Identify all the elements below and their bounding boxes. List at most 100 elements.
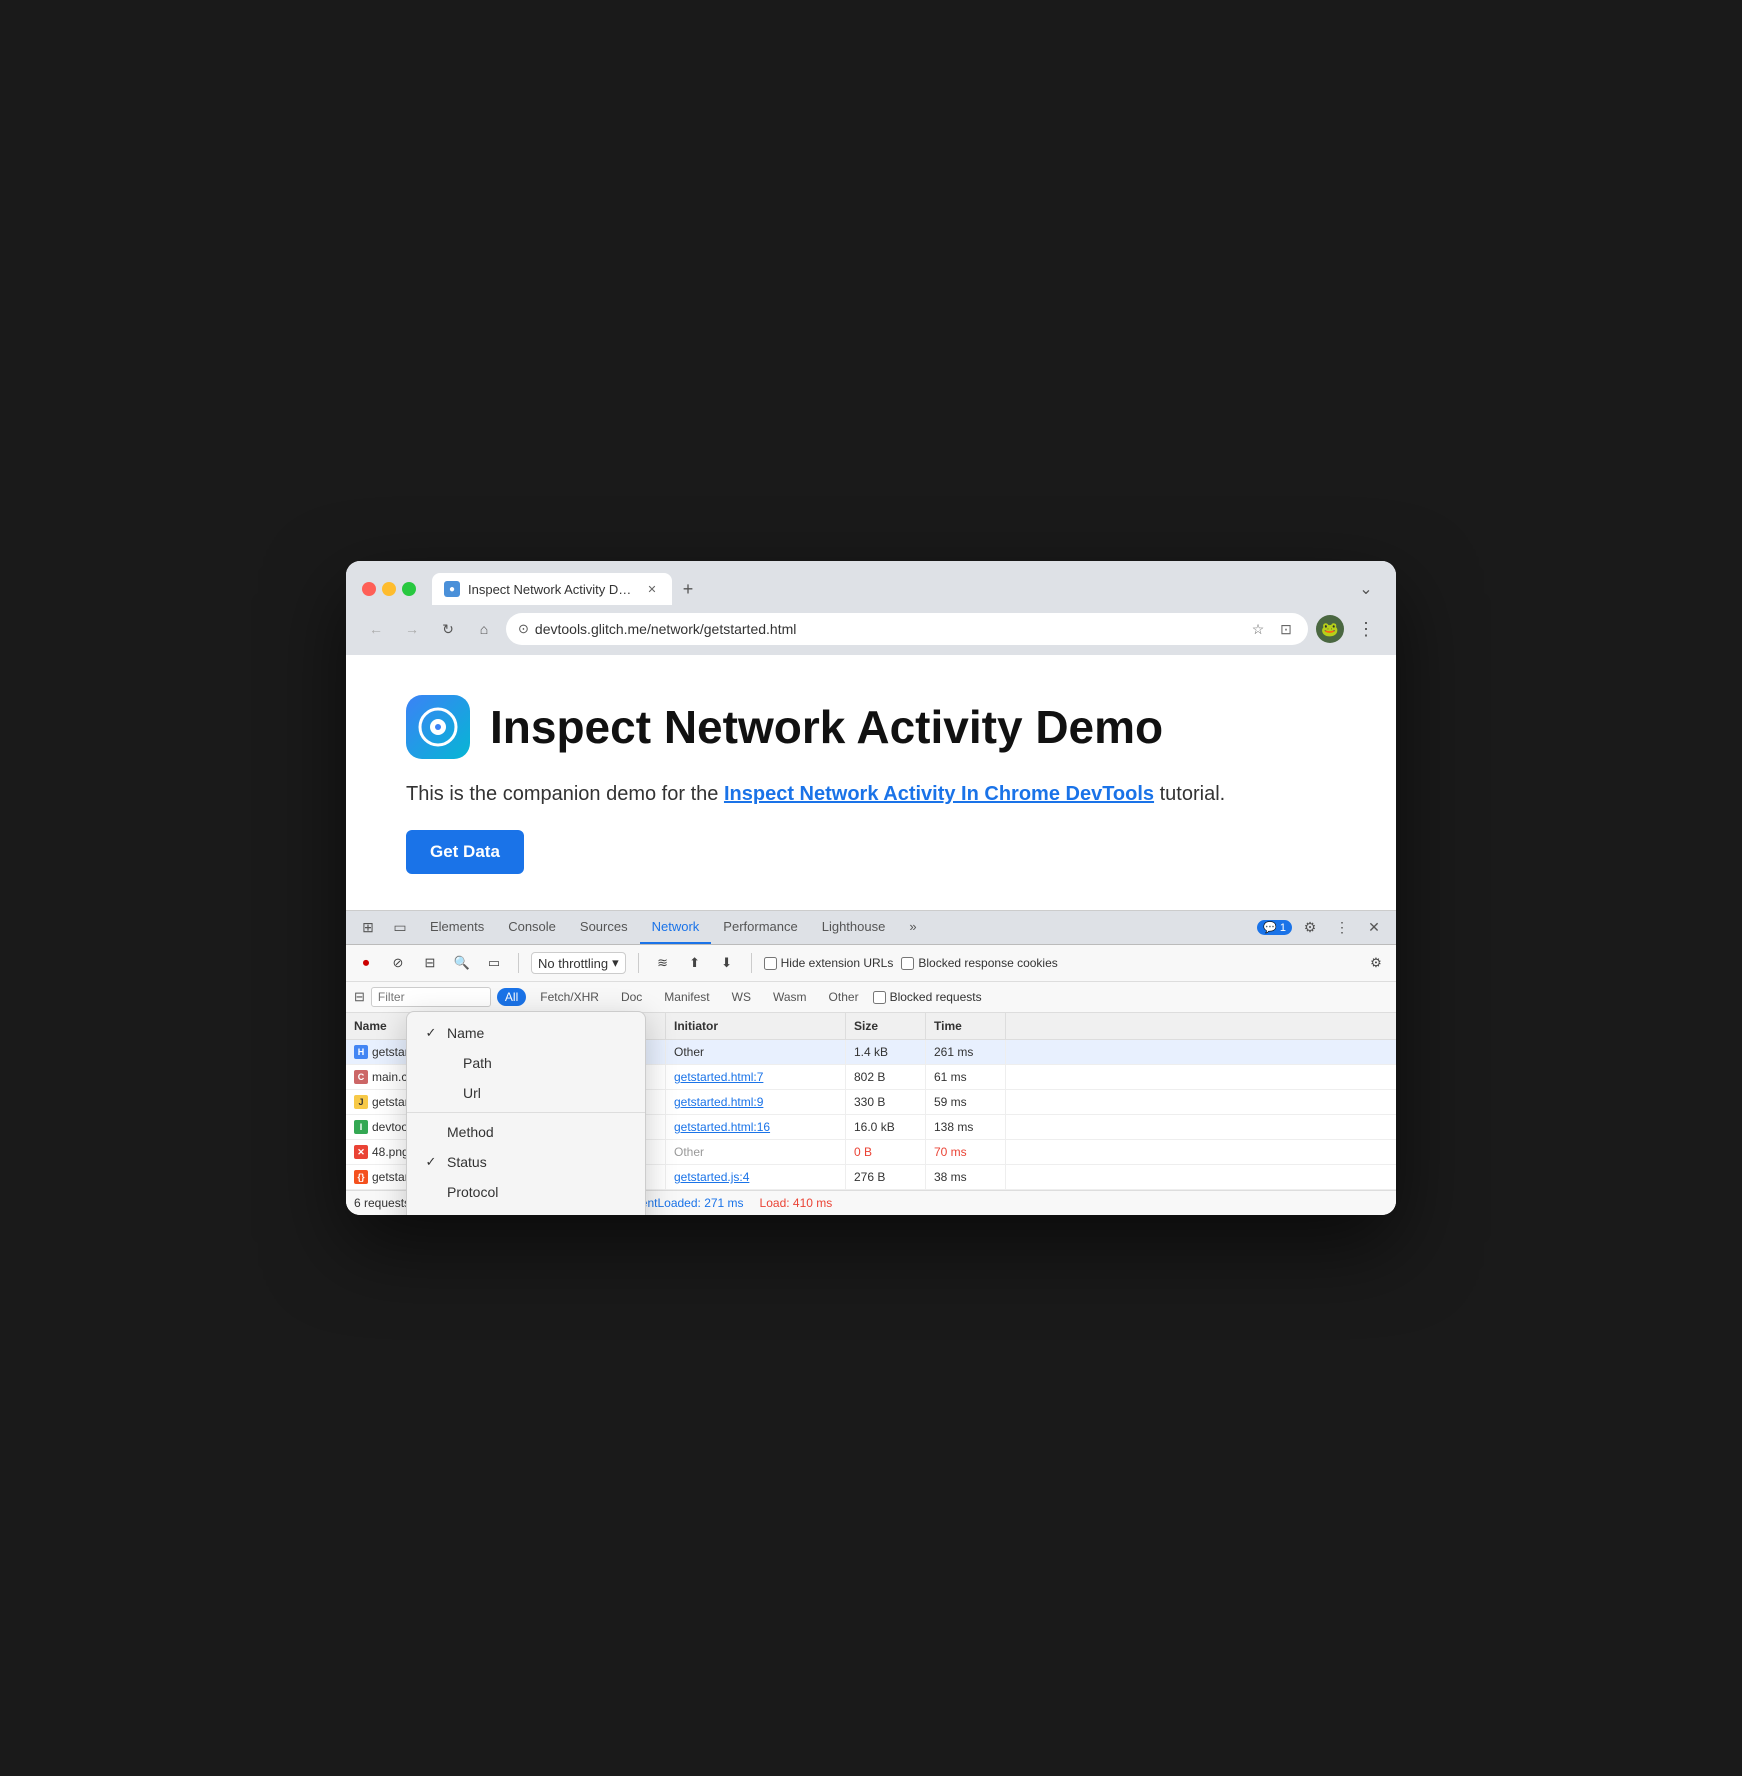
- maximize-button[interactable]: [402, 582, 416, 596]
- active-tab[interactable]: ● Inspect Network Activity Dem ✕: [432, 573, 672, 605]
- filter-chip-wasm[interactable]: Wasm: [765, 988, 815, 1006]
- cm-separator: [407, 1112, 645, 1113]
- tab-console[interactable]: Console: [496, 911, 568, 944]
- throttle-label: No throttling: [538, 956, 608, 971]
- close-button[interactable]: [362, 582, 376, 596]
- console-badge: 💬 1: [1257, 920, 1292, 935]
- new-tab-button[interactable]: +: [674, 575, 702, 603]
- initiator-link[interactable]: getstarted.html:16: [674, 1120, 770, 1134]
- cm-item-status[interactable]: ✓ Status: [407, 1147, 645, 1177]
- throttle-arrow-icon: ▾: [612, 955, 619, 971]
- cell-initiator: Other: [666, 1140, 846, 1164]
- title-bar: ● Inspect Network Activity Dem ✕ + ⌄: [346, 561, 1396, 605]
- cm-item-path[interactable]: Path: [407, 1048, 645, 1078]
- screenshot-button[interactable]: ▭: [482, 951, 506, 975]
- filter-chip-ws[interactable]: WS: [724, 988, 759, 1006]
- search-button[interactable]: 🔍: [450, 951, 474, 975]
- profile-icon[interactable]: 🐸: [1316, 615, 1344, 643]
- logo-icon: [418, 707, 458, 747]
- address-input[interactable]: ⊙ devtools.glitch.me/network/getstarted.…: [506, 613, 1308, 645]
- extension-icon[interactable]: ⊡: [1276, 619, 1296, 639]
- filter-input[interactable]: [371, 987, 491, 1007]
- hide-extension-urls-label[interactable]: Hide extension URLs: [764, 956, 894, 970]
- network-settings-button[interactable]: ⚙: [1364, 951, 1388, 975]
- devtools-link[interactable]: Inspect Network Activity In Chrome DevTo…: [724, 783, 1154, 805]
- clear-button[interactable]: ⊘: [386, 951, 410, 975]
- tab-performance[interactable]: Performance: [711, 911, 809, 944]
- bookmark-icon[interactable]: ☆: [1248, 619, 1268, 639]
- devtools-close-button[interactable]: ✕: [1360, 914, 1388, 942]
- cm-item-protocol[interactable]: Protocol: [407, 1177, 645, 1207]
- cm-item-method[interactable]: Method: [407, 1117, 645, 1147]
- reload-button[interactable]: ↻: [434, 615, 462, 643]
- request-count: 6 requests: [354, 1196, 410, 1210]
- initiator-link[interactable]: getstarted.html:7: [674, 1070, 763, 1084]
- tab-favicon: ●: [444, 581, 460, 597]
- cm-item-name[interactable]: ✓ Name: [407, 1018, 645, 1048]
- cell-time: 38 ms: [926, 1165, 1006, 1189]
- cm-item-url[interactable]: Url: [407, 1078, 645, 1108]
- filter-chip-manifest[interactable]: Manifest: [656, 988, 717, 1006]
- cell-size: 276 B: [846, 1165, 926, 1189]
- filter-chip-doc[interactable]: Doc: [613, 988, 650, 1006]
- page-subtitle: This is the companion demo for the Inspe…: [406, 783, 1336, 806]
- address-text: devtools.glitch.me/network/getstarted.ht…: [535, 621, 1242, 637]
- cell-initiator: getstarted.js:4: [666, 1165, 846, 1189]
- toolbar-separator-3: [751, 953, 752, 973]
- tab-sources[interactable]: Sources: [568, 911, 640, 944]
- minimize-button[interactable]: [382, 582, 396, 596]
- cm-item-scheme[interactable]: Scheme: [407, 1207, 645, 1215]
- devtools-more-button[interactable]: ⋮: [1328, 914, 1356, 942]
- devtools-settings-button[interactable]: ⚙: [1296, 914, 1324, 942]
- cell-size: 16.0 kB: [846, 1115, 926, 1139]
- tab-lighthouse[interactable]: Lighthouse: [810, 911, 898, 944]
- network-toolbar: ⏺ ⊘ ⊟ 🔍 ▭ No throttling ▾ ≋ ⬆ ⬇ Hide ext…: [346, 945, 1396, 982]
- device-toolbar-button[interactable]: ▭: [386, 914, 414, 942]
- tab-title: Inspect Network Activity Dem: [468, 582, 636, 597]
- tab-network[interactable]: Network: [640, 911, 712, 944]
- home-button[interactable]: ⌂: [470, 615, 498, 643]
- page-title: Inspect Network Activity Demo: [490, 704, 1163, 750]
- initiator-link[interactable]: getstarted.js:4: [674, 1170, 749, 1184]
- traffic-lights: [362, 582, 416, 596]
- filter-bar: ⊟ All Fetch/XHR Doc Manifest WS Wasm Oth…: [346, 982, 1396, 1013]
- blocked-response-cookies-checkbox[interactable]: [901, 957, 914, 970]
- filter-chip-other[interactable]: Other: [821, 988, 867, 1006]
- page-logo: [406, 695, 470, 759]
- cell-initiator: getstarted.html:9: [666, 1090, 846, 1114]
- tab-close-button[interactable]: ✕: [644, 581, 660, 597]
- blocked-requests-label[interactable]: Blocked requests: [873, 990, 982, 1004]
- hide-extension-urls-checkbox[interactable]: [764, 957, 777, 970]
- load-time: Load: 410 ms: [760, 1196, 833, 1210]
- import-button[interactable]: ⬆: [683, 951, 707, 975]
- initiator-link[interactable]: getstarted.html:9: [674, 1095, 763, 1109]
- cell-time: 261 ms: [926, 1040, 1006, 1064]
- tabs-area: ● Inspect Network Activity Dem ✕ + ⌄: [432, 573, 1380, 605]
- tab-elements[interactable]: Elements: [418, 911, 496, 944]
- tab-overflow-button[interactable]: ⌄: [1352, 575, 1380, 603]
- inspect-element-button[interactable]: ⊞: [354, 914, 382, 942]
- cell-size: 0 B: [846, 1140, 926, 1164]
- forward-button[interactable]: →: [398, 615, 426, 643]
- wifi-icon[interactable]: ≋: [651, 951, 675, 975]
- back-button[interactable]: ←: [362, 615, 390, 643]
- cell-size: 330 B: [846, 1090, 926, 1114]
- json-file-icon: {}: [354, 1170, 368, 1184]
- filter-icon: ⊟: [354, 989, 365, 1005]
- record-button[interactable]: ⏺: [354, 951, 378, 975]
- more-options-button[interactable]: ⋮: [1352, 615, 1380, 643]
- cell-time: 138 ms: [926, 1115, 1006, 1139]
- cell-time: 70 ms: [926, 1140, 1006, 1164]
- throttle-selector[interactable]: No throttling ▾: [531, 952, 626, 974]
- export-button[interactable]: ⬇: [715, 951, 739, 975]
- filter-chip-fetch-xhr[interactable]: Fetch/XHR: [532, 988, 607, 1006]
- blocked-response-cookies-label[interactable]: Blocked response cookies: [901, 956, 1057, 970]
- get-data-button[interactable]: Get Data: [406, 830, 524, 874]
- filter-chip-all[interactable]: All: [497, 988, 526, 1006]
- filter-toggle-button[interactable]: ⊟: [418, 951, 442, 975]
- tab-more[interactable]: »: [897, 911, 928, 944]
- devtools-panel: ⊞ ▭ Elements Console Sources Network Per…: [346, 910, 1396, 1215]
- blocked-requests-checkbox[interactable]: [873, 991, 886, 1004]
- col-initiator: Initiator: [666, 1013, 846, 1039]
- devtools-icons-left: ⊞ ▭: [354, 914, 414, 942]
